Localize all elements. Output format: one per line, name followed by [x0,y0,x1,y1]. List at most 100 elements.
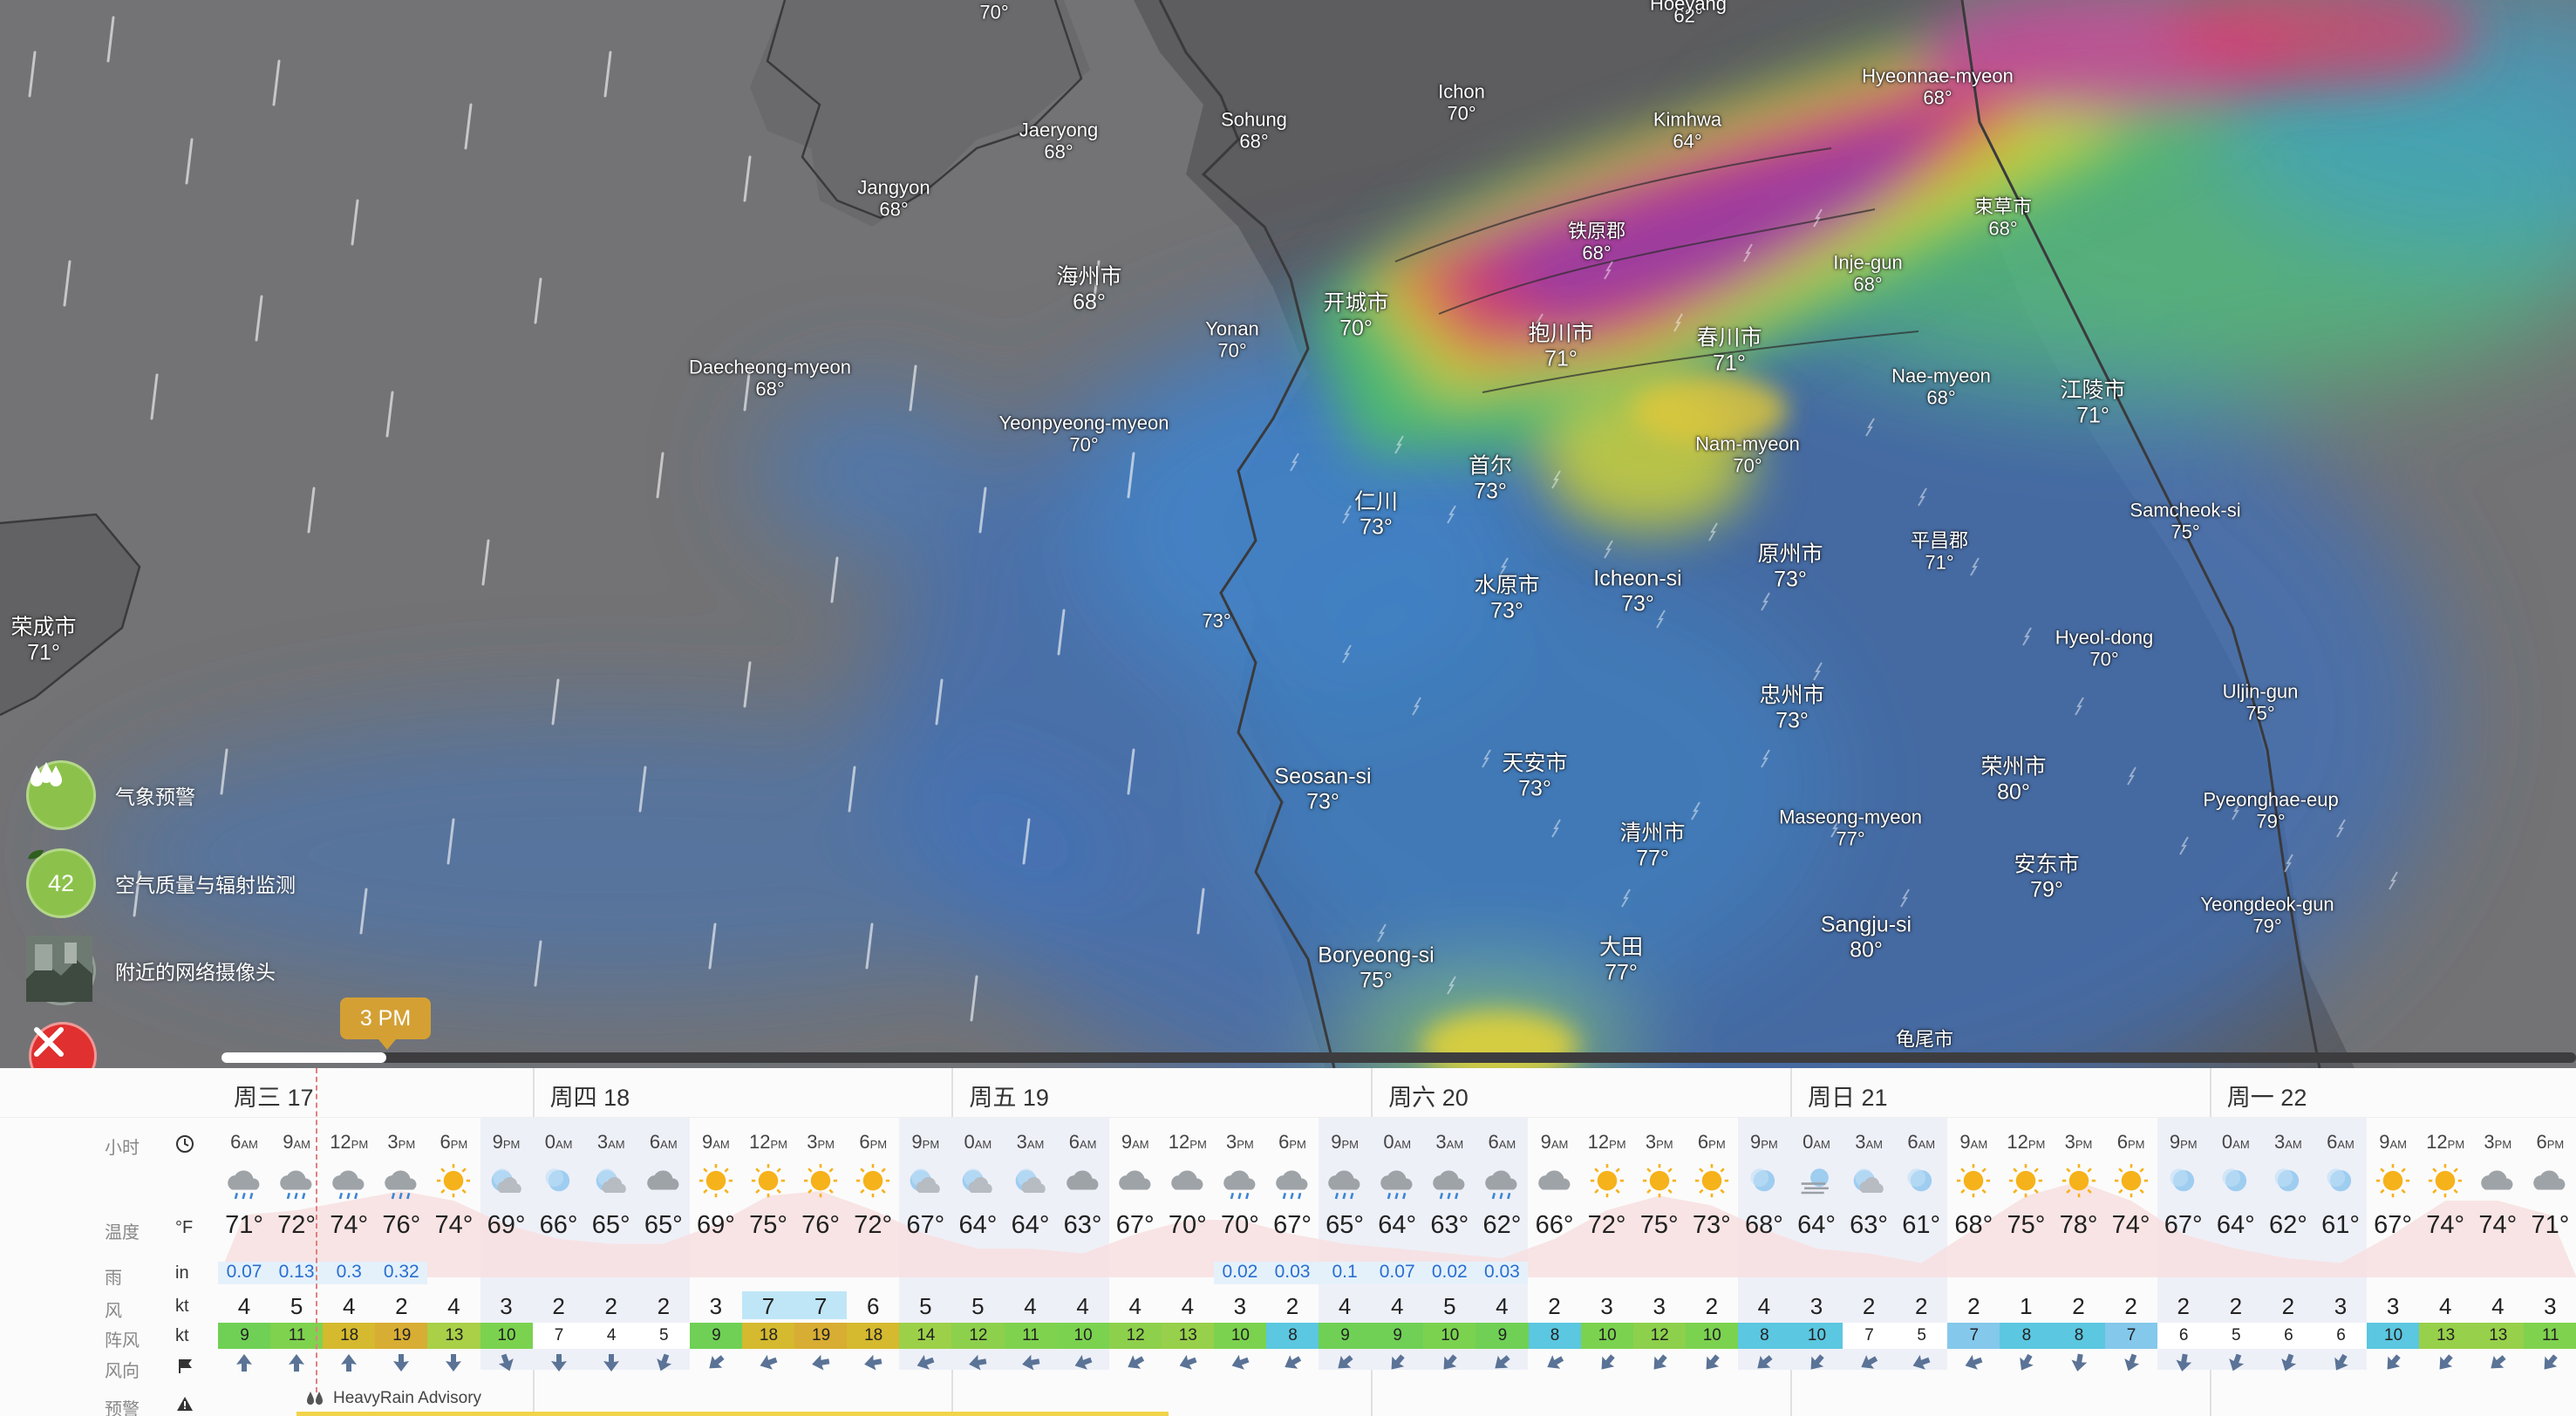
city-label[interactable]: 荣州市 80° [1980,754,2046,805]
wind-cell: 2 [1705,1293,1719,1319]
city-label[interactable]: 安东市 79° [2014,852,2079,902]
gust-cell: 6 [2157,1323,2211,1349]
city-label[interactable]: 平昌郡 71° [1911,530,1968,575]
hour-cell: 3AM [585,1131,637,1154]
city-label[interactable]: 开城市 70° [1323,290,1388,341]
hour-cell: 9PM [480,1131,533,1154]
city-temp: 73° [1202,609,1231,632]
city-label[interactable]: 龟尾市 [1896,1028,1953,1050]
city-label[interactable]: Sangju-si 80° [1821,912,1912,963]
hour-cell: 12PM [2000,1131,2052,1154]
city-label[interactable]: Hyeonnae-myeon 68° [1862,65,2014,110]
city-label[interactable]: Yeonpyeong-myeon 70° [999,412,1169,457]
hour-ampm: PM [817,1138,835,1151]
gust-cell: 12 [1108,1323,1162,1349]
city-label[interactable]: 春川市 71° [1696,325,1762,376]
day-label[interactable]: 周五 19 [969,1079,1049,1113]
hour-cell: 12PM [1581,1131,1633,1154]
city-label[interactable]: Pyeonghae-eup 79° [2203,789,2338,834]
city-label[interactable]: Jangyon 68° [857,177,930,221]
hour-ampm: PM [869,1138,888,1151]
hour-value: 3 [2274,1131,2286,1153]
wind-direction-arrow-icon [951,1352,1004,1379]
city-label[interactable]: 抱川市 71° [1528,321,1593,371]
gust-unit: kt [175,1326,189,1345]
day-label[interactable]: 周三 17 [234,1079,314,1113]
city-label[interactable]: Hyeol-dong 70° [2055,627,2154,671]
hour-value: 0 [2221,1131,2233,1153]
city-label[interactable]: 水原市 73° [1474,573,1539,623]
gust-cell: 5 [637,1323,691,1349]
city-label[interactable]: Sohung 68° [1221,109,1287,153]
day-label[interactable]: 周六 20 [1388,1079,1469,1113]
city-label[interactable]: Inje-gun 68° [1833,252,1903,296]
hour-value: 0 [1383,1131,1394,1153]
hour-cell: 6AM [1475,1131,1528,1154]
city-temp: 75° [2171,521,2200,543]
city-label[interactable]: Icheon-si 73° [1593,566,1681,616]
hour-cell: 9AM [2367,1131,2419,1154]
city-label[interactable]: Daecheong-myeon 68° [689,357,851,401]
city-label[interactable]: 仁川 73° [1354,489,1398,540]
city-label[interactable]: Ichon 70° [1438,81,1485,126]
city-label[interactable]: Hoeyang [1650,0,1727,15]
city-label[interactable]: 铁原郡 68° [1568,221,1625,265]
day-label[interactable]: 周一 22 [2227,1079,2307,1113]
hour-ampm: PM [770,1138,787,1151]
city-label[interactable]: 江陵市 71° [2060,378,2125,428]
city-temp: 70° [1217,340,1247,362]
city-label[interactable]: 大田 77° [1599,935,1643,985]
city-label[interactable]: Nae-myeon 68° [1891,365,1991,410]
city-label[interactable]: Jaeryong 68° [1019,119,1099,164]
hour-ampm: AM [1079,1138,1097,1151]
city-label[interactable]: 清州市 77° [1619,820,1685,871]
day-label[interactable]: 周日 21 [1808,1079,1888,1113]
city-label[interactable]: 原州市 73° [1757,541,1823,592]
hour-cell: 6AM [1057,1131,1109,1154]
night-cloud-icon [951,1159,1004,1204]
city-label[interactable]: Yeongdeok-gun 79° [2200,894,2334,938]
webcams-layer-button[interactable]: 附近的网络摄像头 [26,936,276,1005]
city-name: 荣成市 [10,615,77,640]
city-label[interactable]: Maseong-myeon 77° [1779,807,1922,851]
hour-value: 6 [1278,1131,1290,1153]
city-label[interactable]: Seosan-si 73° [1274,764,1371,814]
city-label[interactable]: Uljin-gun 75° [2223,681,2299,725]
city-label[interactable]: Kimhwa 64° [1653,109,1721,153]
hour-ampm: PM [2027,1138,2046,1151]
city-name: Yeonpyeong-myeon [998,412,1169,434]
city-temp: 68° [1853,274,1883,296]
timeline-slider[interactable] [221,1052,2576,1063]
city-label[interactable]: 首尔 73° [1469,453,1512,504]
city-label[interactable]: Samcheok-si 75° [2130,500,2240,544]
wind-cell: 2 [1548,1293,1561,1319]
hour-cell: 3AM [1843,1131,1895,1154]
city-temp: 71° [1925,552,1954,574]
current-time-bubble[interactable]: 3 PM [340,997,431,1050]
weather-map[interactable]: 70° 62° Hoeyang Ichon 70° Sohung 68° Jaeryong 68… [0,0,2576,1068]
city-label[interactable]: 70° [979,1,1008,23]
city-temp: 68° [1073,289,1106,314]
city-label[interactable]: 束草市 68° [1974,196,2032,241]
gust-cell: 13 [427,1323,481,1349]
cloud-icon [2524,1159,2576,1204]
air-quality-layer-button[interactable]: 42 空气质量与辐射监测 [26,848,296,918]
city-name: 清州市 [1619,820,1686,846]
hour-value: 6 [859,1131,870,1153]
wind-direction-arrow-icon [1529,1352,1581,1379]
heavy-rain-advisory[interactable]: HeavyRain Advisory [305,1389,481,1408]
city-label[interactable]: 荣成市 71° [10,615,76,665]
city-label[interactable]: Boryeong-si 75° [1318,943,1434,993]
temp-cell: 74° [2478,1211,2518,1239]
city-label[interactable]: Nam-myeon 70° [1695,433,1800,478]
day-label[interactable]: 周四 18 [550,1079,630,1113]
city-label[interactable]: 海州市 68° [1056,264,1121,315]
rain-cell: 0.07 [226,1262,262,1282]
city-label[interactable]: Yonan 70° [1205,318,1259,363]
city-label[interactable]: 天安市 73° [1502,751,1567,801]
forecast-panel[interactable]: 周三 17 周四 18 周五 19 周六 20 周日 21 周一 22 小时 温度 °F … [0,1068,2576,1416]
hour-cell: 3PM [794,1131,847,1154]
weather-warning-layer-button[interactable]: 气象预警 [26,760,195,830]
city-label[interactable]: 忠州市 73° [1759,683,1824,733]
city-label[interactable]: 73° [1202,609,1230,631]
